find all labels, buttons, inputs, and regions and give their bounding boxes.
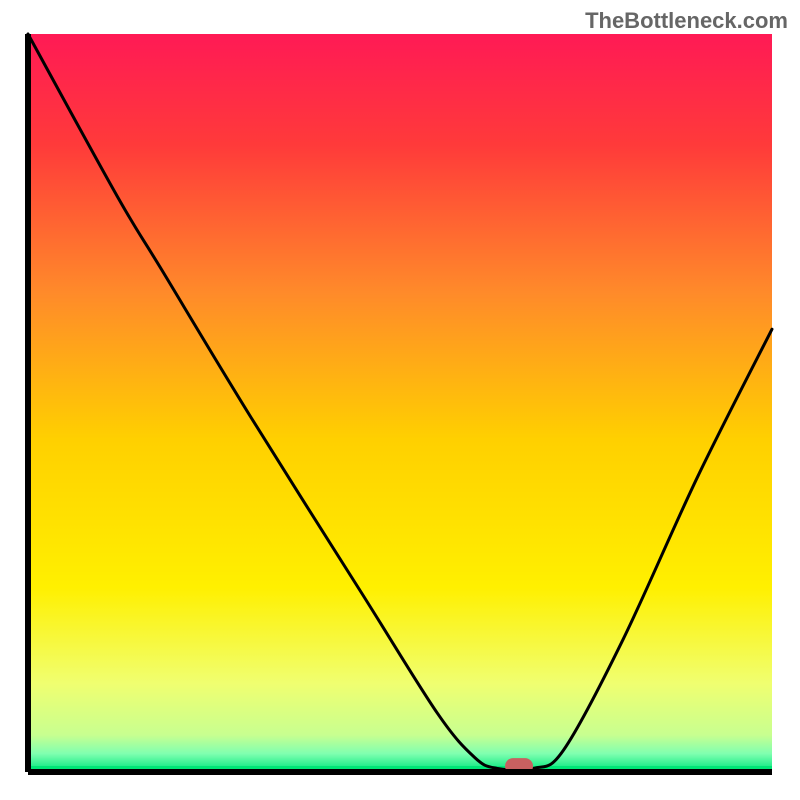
chart-container: TheBottleneck.com — [0, 0, 800, 800]
watermark-text: TheBottleneck.com — [585, 8, 788, 34]
chart-area — [20, 30, 780, 780]
chart-svg — [20, 30, 780, 780]
